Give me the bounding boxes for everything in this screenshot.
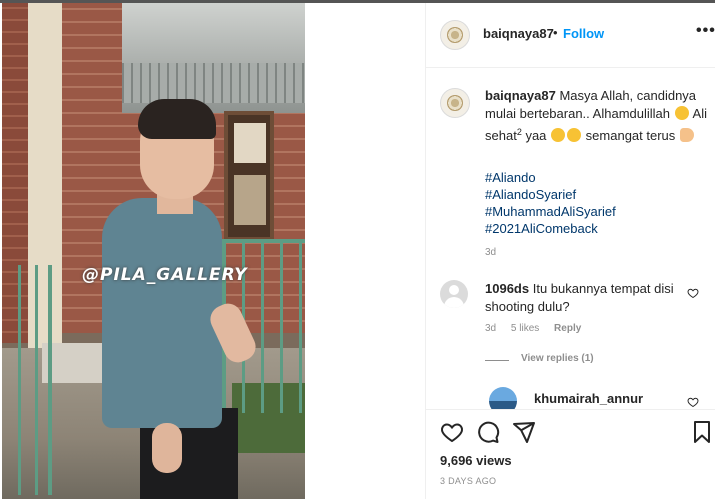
superscript: 2 [516,127,522,137]
post-header: baiqnaya87 • Follow ••• [426,3,715,68]
reply-button[interactable]: Reply [554,323,581,334]
hashtag-link[interactable]: #2021AliComeback [485,220,616,237]
caption-avatar[interactable] [440,88,470,118]
replies-divider [485,360,509,361]
watermark-text: @PILA_GALLERY [82,265,248,285]
post-date: 3 DAYS AGO [440,476,497,486]
flexed-biceps-emoji-icon [679,128,694,142]
reply-username[interactable]: khumairah_annur [534,391,643,406]
wink-emoji-icon [551,128,566,142]
comment-time: 3d [485,323,497,334]
follow-button[interactable]: Follow [563,26,604,41]
person-shirt [102,198,222,428]
comment-meta: 3d 5 likes Reply [485,323,593,334]
header-separator: • [553,25,558,40]
avatar-logo-icon [447,27,463,43]
roof-edge [122,63,305,103]
hashtag-list: #Aliando #AliandoSyarief #MuhammadAliSya… [485,169,616,237]
caption-text-3: yaa [525,128,547,143]
hug-emoji-icon [567,128,582,142]
comment-likes[interactable]: 5 likes [511,323,539,334]
hashtag-link[interactable]: #AliandoSyarief [485,186,616,203]
caption-time: 3d [485,247,497,258]
reply-like-heart-icon[interactable] [687,396,699,408]
caption-username[interactable]: baiqnaya87 [485,88,556,103]
comment: 1096ds Itu bukannya tempat disi shooting… [485,280,675,316]
more-options-icon[interactable]: ••• [696,22,715,40]
green-fence-left [4,265,52,495]
bookmark-icon[interactable] [690,420,714,444]
author-username[interactable]: baiqnaya87 [483,26,554,41]
commenter-avatar[interactable] [440,280,468,308]
person-hand [152,423,182,473]
avatar-logo-icon [447,95,463,111]
action-bar: 9,696 views 3 DAYS AGO [426,409,715,500]
comment-username[interactable]: 1096ds [485,281,529,296]
hashtag-link[interactable]: #MuhammadAliSyarief [485,203,616,220]
author-avatar[interactable] [440,20,470,50]
caption: baiqnaya87 Masya Allah, candidnya mulai … [485,87,707,145]
comment-like-heart-icon[interactable] [687,287,699,299]
view-replies-button[interactable]: View replies (1) [521,353,594,364]
post-media[interactable]: @PILA_GALLERY [0,3,425,499]
post-sidebar: baiqnaya87 • Follow ••• baiqnaya87 Masya… [425,3,715,500]
caption-text-4: semangat terus [585,128,676,143]
hashtag-link[interactable]: #Aliando [485,169,616,186]
paper-plane-icon[interactable] [512,420,536,444]
smiling-face-emoji-icon [674,106,689,120]
comment-bubble-icon[interactable] [476,420,500,444]
instagram-post: @PILA_GALLERY baiqnaya87 • Follow ••• ba… [0,3,715,500]
heart-icon[interactable] [440,420,464,444]
post-photo: @PILA_GALLERY [2,3,305,499]
window [224,111,274,241]
person-hair [138,99,216,139]
view-count[interactable]: 9,696 views [440,453,512,468]
